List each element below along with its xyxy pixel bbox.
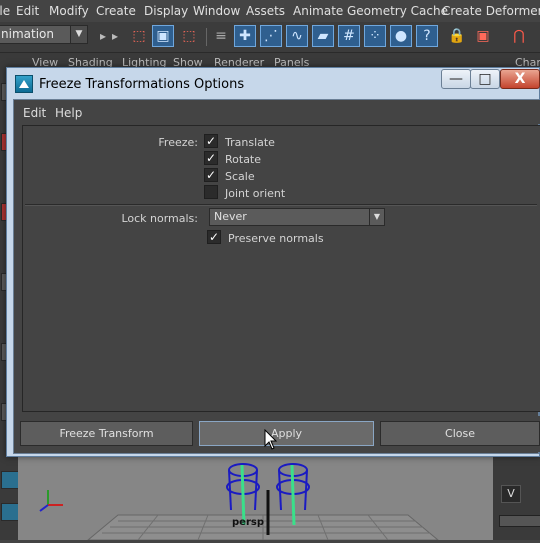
channel-box-panel: V: [493, 455, 540, 540]
select-component-icon[interactable]: ⬚: [178, 25, 200, 47]
scrollbar[interactable]: [499, 515, 540, 527]
preserve-normals-label: Preserve normals: [228, 232, 324, 245]
help-icon[interactable]: ?: [416, 25, 438, 47]
translate-label: Translate: [225, 136, 275, 149]
translate-checkbox[interactable]: ✓: [204, 134, 218, 148]
minimize-button[interactable]: —: [441, 69, 471, 89]
visibility-button[interactable]: V: [501, 485, 521, 503]
dialog-menubar: Edit Help: [14, 100, 540, 124]
dialog-menu-help[interactable]: Help: [55, 106, 82, 120]
render-region-icon[interactable]: ▣: [472, 25, 494, 47]
menu-geometry-cache[interactable]: Geometry Cache: [347, 4, 448, 18]
perspective-viewport[interactable]: persp: [18, 455, 493, 541]
menu-window[interactable]: Window: [193, 4, 240, 18]
collapse-icon[interactable]: ▸: [104, 25, 126, 47]
menu-file[interactable]: File: [0, 4, 10, 18]
joint-orient-label: Joint orient: [225, 187, 286, 200]
snap-icon[interactable]: ≡: [210, 25, 232, 47]
close-button[interactable]: Close: [380, 421, 540, 446]
camera-label: persp: [232, 517, 264, 528]
snap-plane-icon[interactable]: ▰: [312, 25, 334, 47]
maya-logo-icon: [1, 503, 19, 521]
snap-grid-icon[interactable]: #: [338, 25, 360, 47]
dialog-body: Edit Help Freeze: ✓ Translate ✓ Rotate ✓…: [13, 99, 540, 454]
joint-orient-checkbox[interactable]: [204, 185, 218, 199]
close-window-button[interactable]: X: [500, 69, 540, 89]
chevron-down-icon: ▼: [369, 209, 384, 225]
menu-edit[interactable]: Edit: [16, 4, 39, 18]
lock-normals-label: Lock normals:: [121, 212, 198, 225]
scale-label: Scale: [225, 170, 255, 183]
section-divider: [25, 204, 537, 206]
lock-normals-value: Never: [214, 210, 247, 223]
layout-icon[interactable]: [1, 471, 19, 489]
dialog-menu-edit[interactable]: Edit: [23, 106, 46, 120]
snap-point-icon[interactable]: ∿: [286, 25, 308, 47]
apply-button[interactable]: Apply: [199, 421, 374, 446]
menu-set-value: nimation: [1, 27, 54, 41]
chevron-down-icon: ▼: [70, 26, 87, 43]
mouse-cursor-icon: [264, 429, 278, 450]
snap-view-icon[interactable]: ●: [390, 25, 412, 47]
maya-app-icon: [15, 75, 33, 93]
lock-normals-dropdown[interactable]: Never ▼: [209, 208, 385, 226]
freeze-label: Freeze:: [158, 136, 198, 149]
menu-assets[interactable]: Assets: [246, 4, 285, 18]
dialog-titlebar[interactable]: Freeze Transformations Options — □ X: [7, 68, 540, 100]
menu-set-select[interactable]: nimation ▼: [0, 25, 88, 44]
menu-create[interactable]: Create: [96, 4, 136, 18]
select-object-icon[interactable]: ▣: [152, 25, 174, 47]
rotate-label: Rotate: [225, 153, 262, 166]
move-icon[interactable]: ✚: [234, 25, 256, 47]
magnet-icon[interactable]: ⋂: [508, 25, 530, 47]
menu-animate[interactable]: Animate: [293, 4, 343, 18]
menu-create-deformers[interactable]: Create Deformers: [442, 4, 540, 18]
options-frame: Freeze: ✓ Translate ✓ Rotate ✓ Scale Joi…: [22, 125, 540, 412]
shelf-divider: [206, 28, 207, 46]
menu-display[interactable]: Display: [144, 4, 188, 18]
snap-curve-icon[interactable]: ⋰: [260, 25, 282, 47]
freeze-transform-button[interactable]: Freeze Transform: [20, 421, 193, 446]
select-hierarchy-icon[interactable]: ⬚: [128, 25, 150, 47]
snap-surface-icon[interactable]: ⁘: [364, 25, 386, 47]
lock-icon[interactable]: 🔒: [446, 25, 468, 47]
preserve-normals-checkbox[interactable]: ✓: [207, 230, 221, 244]
menu-modify[interactable]: Modify: [49, 4, 89, 18]
rotate-checkbox[interactable]: ✓: [204, 151, 218, 165]
maximize-button[interactable]: □: [470, 69, 500, 89]
main-menubar: File Edit Modify Create Display Window A…: [0, 0, 540, 23]
dialog-title: Freeze Transformations Options: [39, 77, 245, 92]
scale-checkbox[interactable]: ✓: [204, 168, 218, 182]
status-line: nimation ▼ ▸ ▸ ⬚ ▣ ⬚ ≡ ✚ ⋰ ∿ ▰ # ⁘ ● ? 🔒…: [0, 22, 540, 53]
freeze-transformations-dialog: Freeze Transformations Options — □ X Edi…: [6, 67, 540, 457]
